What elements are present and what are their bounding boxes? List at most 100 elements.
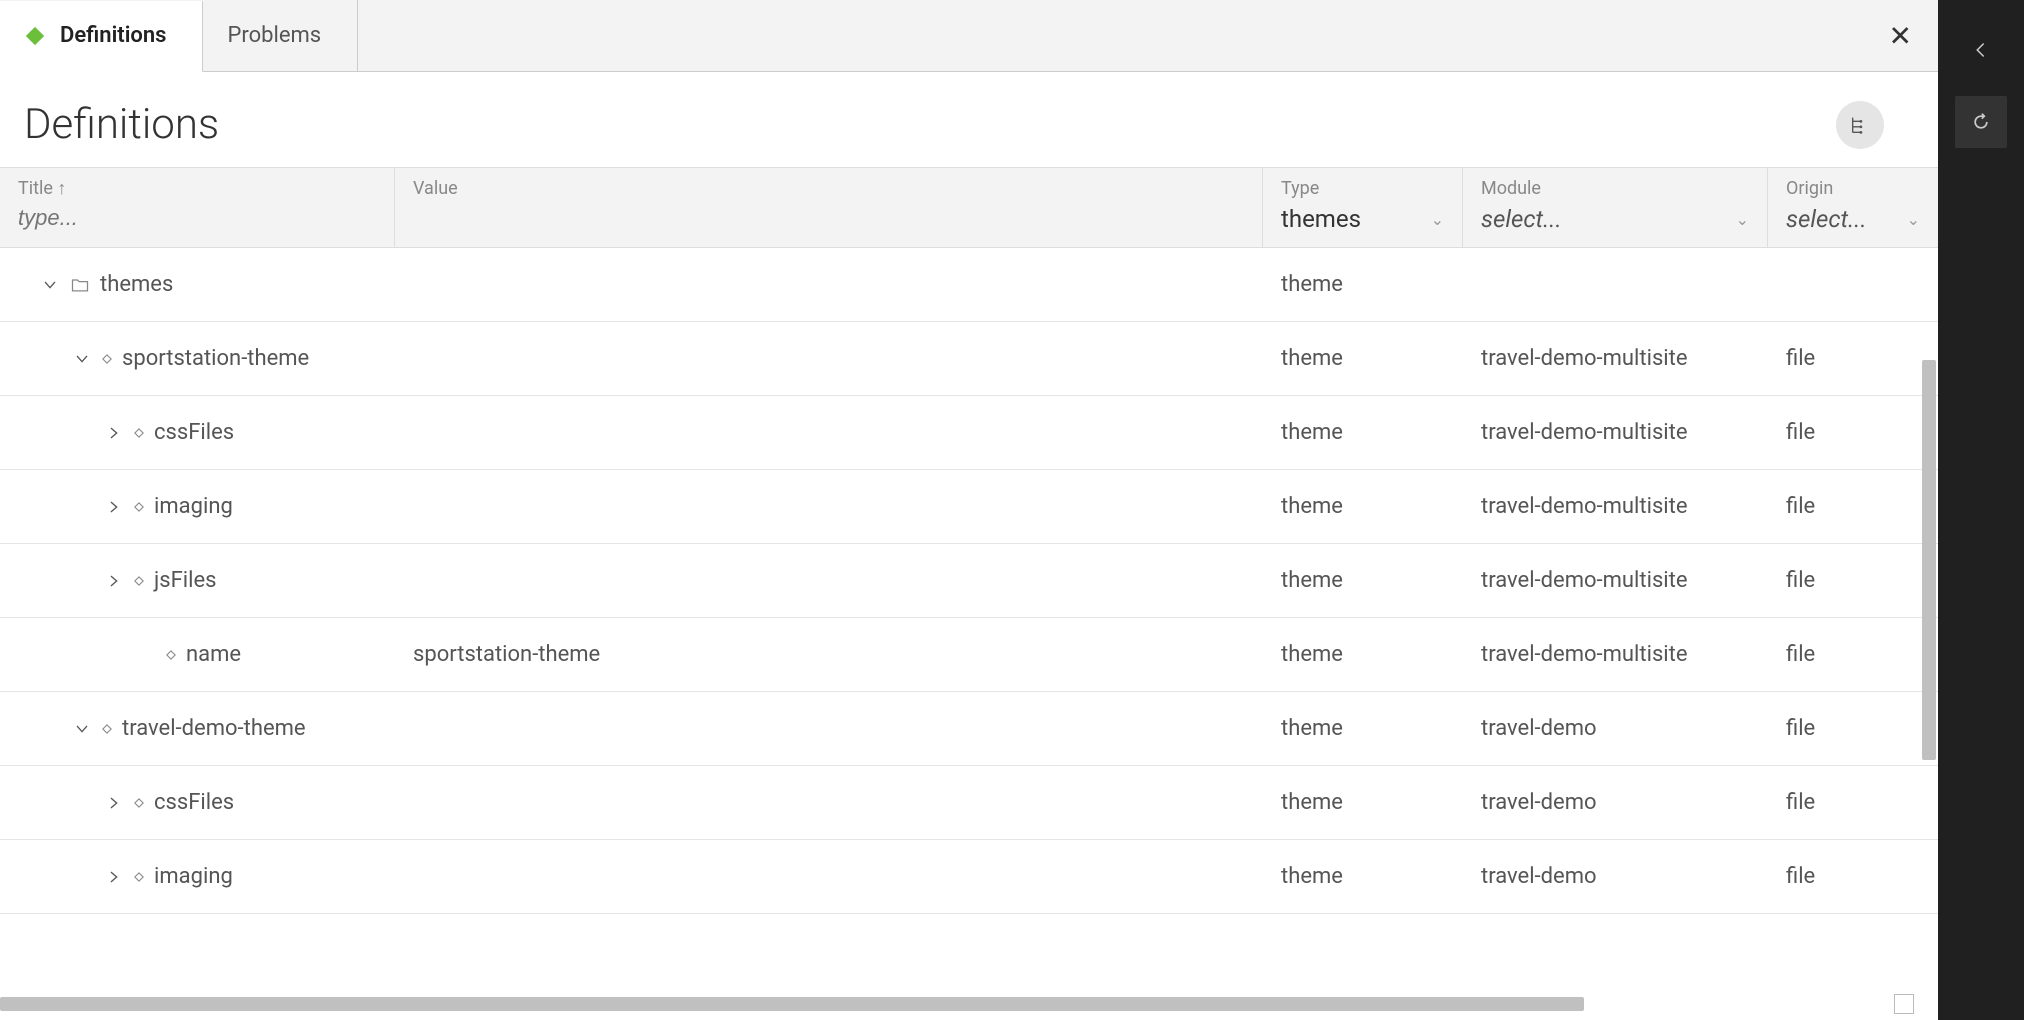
cell-origin: file — [1768, 346, 1938, 371]
table-row[interactable]: name sportstation-themethemetravel-demo-m… — [0, 618, 1938, 692]
page-title: Definitions — [24, 100, 219, 149]
chevron-right-icon[interactable] — [104, 425, 124, 441]
chevron-down-icon: ⌄ — [1736, 210, 1749, 229]
tab-problems-label: Problems — [227, 23, 321, 48]
row-title-label: imaging — [154, 864, 233, 889]
table-row[interactable]: cssFiles themetravel-demo-multisitefile — [0, 396, 1938, 470]
cell-origin: file — [1768, 864, 1938, 889]
table-body: themesthemesportstation-themethemetravel… — [0, 248, 1938, 914]
filter-origin-select[interactable]: select... ⌄ — [1786, 205, 1920, 233]
filter-title-input[interactable] — [18, 205, 376, 231]
cell-type: theme — [1263, 272, 1463, 297]
tab-problems[interactable]: Problems — [203, 0, 358, 71]
cell-origin: file — [1768, 642, 1938, 667]
filter-value-input[interactable] — [413, 205, 1244, 231]
filter-module-value: select... — [1481, 205, 1562, 233]
table-row[interactable]: imagingthemetravel-demofile — [0, 840, 1938, 914]
chevron-right-icon[interactable] — [104, 869, 124, 885]
cell-module: travel-demo-multisite — [1463, 568, 1768, 593]
table-row[interactable]: themes theme — [0, 248, 1938, 322]
cell-module: travel-demo — [1463, 790, 1768, 815]
cell-title: name — [0, 642, 395, 667]
chevron-right-icon[interactable] — [104, 499, 124, 515]
cell-title: imaging — [0, 864, 395, 889]
cell-module: travel-demo-multisite — [1463, 420, 1768, 445]
filter-type-select[interactable]: themes ⌄ — [1281, 205, 1444, 233]
cell-title: jsFiles — [0, 568, 395, 593]
tabs-bar: Definitions Problems ✕ — [0, 0, 1938, 72]
cell-type: theme — [1263, 790, 1463, 815]
cell-value: sportstation-theme — [395, 642, 1263, 667]
cell-title: cssFiles — [0, 790, 395, 815]
chevron-down-icon[interactable] — [40, 277, 60, 293]
column-header-origin[interactable]: Origin — [1786, 178, 1920, 199]
tree-icon — [1849, 114, 1871, 136]
content: Definitions Title ↑ Value Type themes — [0, 72, 1938, 1020]
cell-type: theme — [1263, 494, 1463, 519]
column-header-title[interactable]: Title ↑ — [18, 178, 376, 199]
refresh-button[interactable] — [1955, 96, 2007, 148]
table-row[interactable]: sportstation-themethemetravel-demo-multi… — [0, 322, 1938, 396]
column-header-value[interactable]: Value — [413, 178, 1244, 199]
cell-origin: file — [1768, 568, 1938, 593]
vertical-scrollbar-thumb[interactable] — [1922, 360, 1936, 760]
chevron-down-icon[interactable] — [72, 721, 92, 737]
node-icon — [134, 576, 144, 586]
cell-title: themes — [0, 272, 395, 297]
filter-cell-value: Value — [395, 168, 1263, 247]
cell-origin: file — [1768, 420, 1938, 445]
filter-module-select[interactable]: select... ⌄ — [1481, 205, 1749, 233]
cell-title: travel-demo-theme — [0, 716, 395, 741]
vertical-scrollbar[interactable] — [1922, 360, 1936, 1000]
folder-icon — [70, 275, 90, 295]
table-row[interactable]: imagingthemetravel-demo-multisitefile — [0, 470, 1938, 544]
row-title-label: cssFiles — [154, 790, 234, 815]
cell-type: theme — [1263, 420, 1463, 445]
cell-origin: file — [1768, 790, 1938, 815]
tab-definitions[interactable]: Definitions — [0, 1, 203, 72]
filter-type-value: themes — [1281, 205, 1361, 233]
node-icon — [102, 724, 112, 734]
chevron-right-icon[interactable] — [104, 795, 124, 811]
panel-collapse-button[interactable] — [1955, 24, 2007, 76]
cell-module: travel-demo — [1463, 864, 1768, 889]
cell-type: theme — [1263, 716, 1463, 741]
table-row[interactable]: cssFiles themetravel-demofile — [0, 766, 1938, 840]
row-title-label: name — [186, 642, 241, 667]
filter-origin-value: select... — [1786, 205, 1867, 233]
filter-cell-origin: Origin select... ⌄ — [1768, 168, 1938, 247]
horizontal-scrollbar[interactable] — [0, 997, 1886, 1011]
chevron-left-icon — [1972, 41, 1990, 59]
cell-type: theme — [1263, 346, 1463, 371]
chevron-down-icon: ⌄ — [1907, 210, 1920, 229]
table-row[interactable]: jsFiles themetravel-demo-multisitefile — [0, 544, 1938, 618]
refresh-icon — [1971, 112, 1991, 132]
cell-type: theme — [1263, 642, 1463, 667]
node-icon — [134, 872, 144, 882]
row-title-label: cssFiles — [154, 420, 234, 445]
row-title-label: themes — [100, 272, 173, 297]
row-title-label: sportstation-theme — [122, 346, 309, 371]
cell-type: theme — [1263, 568, 1463, 593]
chevron-right-icon[interactable] — [104, 573, 124, 589]
chevron-down-icon[interactable] — [72, 351, 92, 367]
filter-cell-title: Title ↑ — [0, 168, 395, 247]
column-header-type[interactable]: Type — [1281, 178, 1444, 199]
cell-origin: file — [1768, 716, 1938, 741]
node-icon — [134, 502, 144, 512]
tree-collapse-button[interactable] — [1836, 101, 1884, 149]
close-icon[interactable]: ✕ — [1889, 19, 1912, 52]
node-icon — [134, 428, 144, 438]
node-icon — [166, 650, 176, 660]
column-header-module[interactable]: Module — [1481, 178, 1749, 199]
node-icon — [134, 798, 144, 808]
filter-cell-type: Type themes ⌄ — [1263, 168, 1463, 247]
row-title-label: jsFiles — [154, 568, 217, 593]
cell-module: travel-demo-multisite — [1463, 642, 1768, 667]
horizontal-scrollbar-thumb[interactable] — [0, 997, 1584, 1011]
horizontal-scroll-area — [0, 994, 1938, 1014]
app-logo-icon — [24, 25, 46, 47]
scroll-corner — [1894, 994, 1914, 1014]
main-area: Definitions Problems ✕ Definitions Title… — [0, 0, 1938, 1020]
table-row[interactable]: travel-demo-themethemetravel-demofile — [0, 692, 1938, 766]
